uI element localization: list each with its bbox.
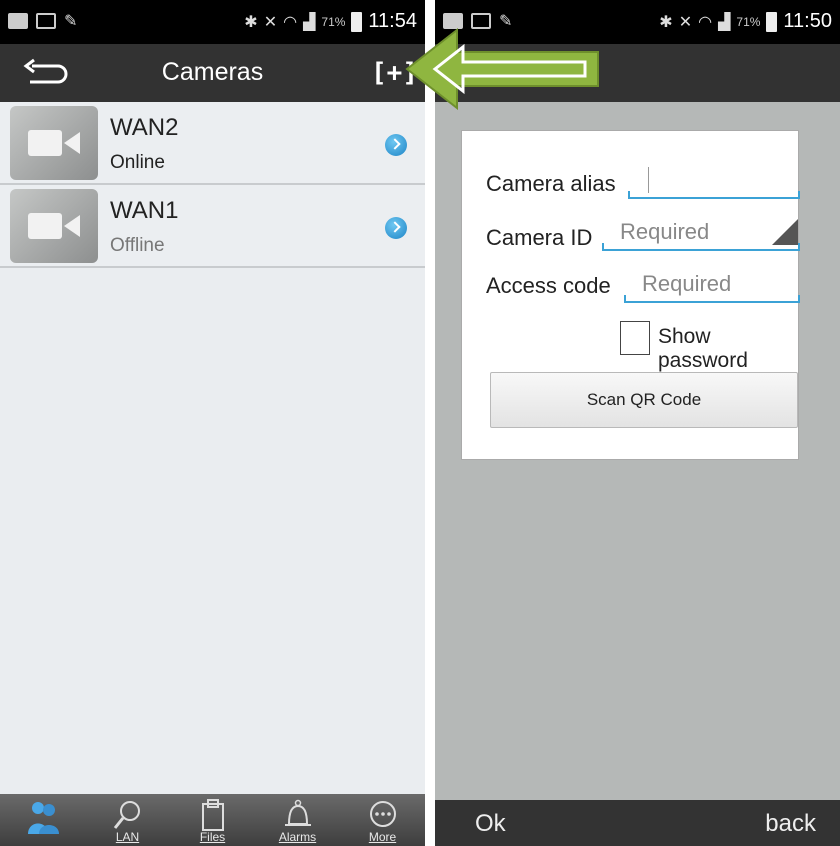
chevron-right-icon[interactable]	[385, 217, 407, 239]
bluetooth-icon: ✱	[659, 13, 673, 31]
camera-list: WAN2 Online WAN1 Offline	[0, 102, 425, 268]
mail-icon	[36, 13, 56, 29]
tab-label: More	[368, 830, 397, 844]
system-icons: ✱ ✕ ◠ ▟ 71% 11:54	[244, 10, 417, 33]
camera-alias-field[interactable]	[628, 165, 800, 199]
camera-alias-label: Camera alias	[486, 171, 616, 196]
camera-status: Offline	[110, 235, 165, 256]
tab-more[interactable]: More	[353, 794, 413, 846]
tab-lan[interactable]: LAN	[98, 794, 158, 846]
add-camera-button[interactable]: [+]	[371, 58, 418, 90]
signal-icon: ▟	[303, 13, 316, 31]
dropdown-corner-icon	[772, 219, 798, 245]
show-password-label: Show password	[658, 325, 748, 372]
notification-icon	[443, 13, 463, 29]
battery-icon	[766, 11, 778, 32]
cameras-screen: ✎ ✱ ✕ ◠ ▟ 71% 11:54 Cameras [+] WAN2 Onl…	[0, 0, 425, 846]
scan-qr-code-button[interactable]: Scan QR Code	[490, 372, 798, 428]
camera-row-wan2[interactable]: WAN2 Online	[0, 102, 425, 185]
access-code-label: Access code	[486, 273, 611, 298]
access-code-field[interactable]: Required	[624, 269, 800, 303]
tab-users[interactable]	[13, 794, 73, 846]
mail-icon	[471, 13, 491, 29]
text-caret	[648, 167, 649, 193]
pencil-icon: ✎	[64, 11, 78, 30]
bottom-tab-bar: LAN Files Alarms More	[0, 794, 425, 846]
pointer-arrow-icon	[405, 28, 599, 110]
back-arrow-icon[interactable]	[20, 57, 70, 91]
more-icon	[369, 801, 396, 827]
signal-icon: ▟	[718, 13, 731, 31]
add-camera-dialog: Camera alias Camera ID Required Access c…	[461, 130, 800, 460]
tab-alarms[interactable]: Alarms	[268, 794, 328, 846]
tab-label: LAN	[115, 830, 140, 844]
camera-name: WAN1	[110, 197, 179, 224]
camera-id-placeholder: Required	[620, 219, 710, 244]
wifi-icon: ◠	[283, 13, 298, 31]
back-button[interactable]: back	[765, 810, 816, 838]
tab-label: Alarms	[278, 830, 317, 844]
search-icon	[113, 801, 140, 829]
bell-icon	[284, 799, 311, 826]
camera-row-wan1[interactable]: WAN1 Offline	[0, 185, 425, 268]
ok-button[interactable]: Ok	[475, 810, 506, 838]
access-code-placeholder: Required	[642, 271, 732, 296]
status-bar: ✎ ✱ ✕ ◠ ▟ 71% 11:54	[0, 0, 425, 44]
tab-files[interactable]: Files	[183, 794, 243, 846]
battery-percent: 71%	[736, 14, 761, 29]
wifi-icon: ◠	[698, 13, 713, 31]
bluetooth-icon: ✱	[244, 13, 258, 31]
page-title: Cameras	[161, 58, 264, 86]
battery-icon	[351, 11, 363, 32]
users-icon	[27, 802, 59, 834]
action-bar: Cameras [+]	[0, 44, 425, 102]
notification-icon	[8, 13, 28, 29]
notification-icons: ✎	[8, 12, 82, 30]
camera-id-field[interactable]: Required	[602, 217, 800, 251]
system-icons: ✱ ✕ ◠ ▟ 71% 11:50	[659, 10, 832, 33]
camera-status: Online	[110, 152, 165, 173]
show-password-checkbox[interactable]	[620, 321, 650, 355]
video-camera-icon	[10, 189, 98, 263]
video-camera-icon	[10, 106, 98, 180]
camera-name: WAN2	[110, 114, 179, 141]
clipboard-icon	[201, 799, 224, 831]
clock: 11:50	[783, 10, 832, 32]
add-label: +	[386, 58, 403, 88]
battery-percent: 71%	[321, 14, 346, 29]
add-camera-screen: ✎ ✱ ✕ ◠ ▟ 71% 11:50 Camera alias Camera …	[435, 0, 840, 846]
chevron-right-icon[interactable]	[385, 134, 407, 156]
tab-label: Files	[199, 830, 226, 844]
mute-icon: ✕	[263, 13, 278, 31]
dialog-button-bar: Ok back	[435, 800, 840, 846]
mute-icon: ✕	[678, 13, 693, 31]
camera-id-label: Camera ID	[486, 225, 593, 250]
